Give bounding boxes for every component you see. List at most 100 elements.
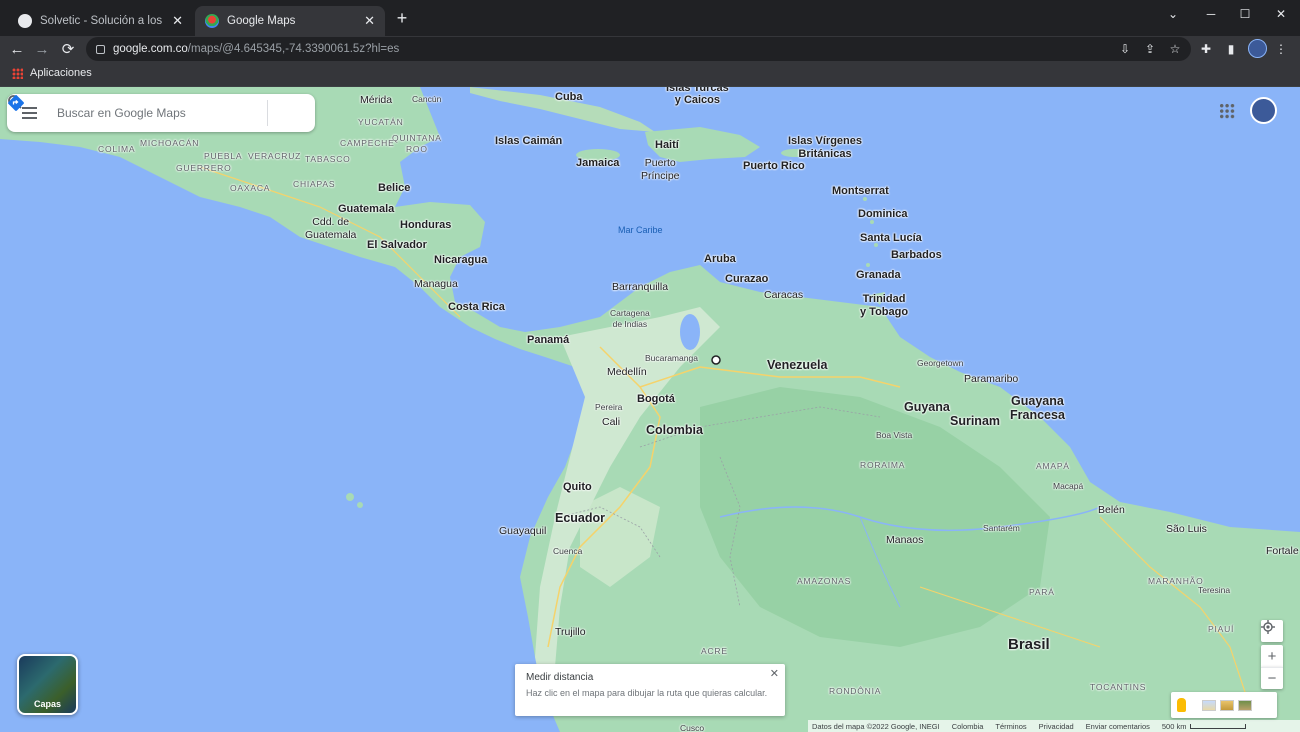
measure-distance-panel: Medir distancia Haz clic en el mapa para… xyxy=(515,664,785,716)
zoom-out-button[interactable]: − xyxy=(1261,667,1283,689)
tab-solvetic[interactable]: Solvetic - Solución a los problemas ✕ xyxy=(8,6,193,36)
address-bar[interactable]: google.com.co /maps/@4.645345,-74.339006… xyxy=(86,37,1191,61)
label-curazao: Curazao xyxy=(725,273,769,285)
label-quintana-roo: QUINTANA ROO xyxy=(392,133,442,154)
imagery-thumb[interactable] xyxy=(1238,699,1252,711)
bookmark-star-icon[interactable]: ☆ xyxy=(1166,40,1184,58)
feedback-link[interactable]: Enviar comentarios xyxy=(1086,722,1150,731)
label-fortaleza: Fortale xyxy=(1266,545,1299,557)
terms-link[interactable]: Términos xyxy=(995,722,1026,731)
close-tab-icon[interactable]: ✕ xyxy=(172,13,183,29)
solvetic-icon xyxy=(18,14,32,28)
url-path: /maps/@4.645345,-74.3390061.5z?hl=es xyxy=(187,43,400,55)
tab-google-maps[interactable]: Google Maps ✕ xyxy=(195,6,385,36)
label-cartagena: Cartagena de Indias xyxy=(610,308,650,329)
bookmarks-bar: Aplicaciones xyxy=(0,62,1300,87)
scale-bar[interactable]: 500 km xyxy=(1162,722,1247,731)
search-box xyxy=(7,94,315,132)
imagery-thumb[interactable] xyxy=(1220,699,1234,711)
label-belen: Belén xyxy=(1098,504,1125,516)
label-campeche: CAMPECHE xyxy=(340,138,395,148)
label-mar-caribe: Mar Caribe xyxy=(618,225,663,235)
maximize-button[interactable]: ☐ xyxy=(1226,0,1264,28)
label-amazonas: AMAZONAS xyxy=(797,576,852,586)
label-cdd-guatemala: Cdd. de Guatemala xyxy=(305,216,357,241)
my-location-icon[interactable] xyxy=(1261,620,1283,642)
bookmark-aplicaciones[interactable]: Aplicaciones xyxy=(12,67,92,79)
label-islas-caiman: Islas Caimán xyxy=(495,135,563,147)
directions-icon[interactable] xyxy=(8,94,304,132)
label-honduras: Honduras xyxy=(400,219,452,231)
map-canvas[interactable]: YUCATÁN QUINTANA ROO CAMPECHE TABASCO CH… xyxy=(0,87,1300,732)
zoom-in-button[interactable]: + xyxy=(1261,645,1283,667)
label-ecuador: Ecuador xyxy=(555,511,606,525)
label-cuba: Cuba xyxy=(555,91,583,103)
divider xyxy=(267,100,268,126)
google-maps-icon xyxy=(205,14,219,28)
lock-icon xyxy=(96,44,105,54)
label-costa-rica: Costa Rica xyxy=(448,301,505,313)
label-barbados: Barbados xyxy=(891,249,942,261)
label-nicaragua: Nicaragua xyxy=(434,254,488,266)
label-islas-turcas: Islas Turcas y Caicos xyxy=(666,87,729,106)
tab-title: Solvetic - Solución a los problemas xyxy=(40,15,166,27)
menu-kebab-icon[interactable]: ⋮ xyxy=(1272,40,1290,58)
minimize-button[interactable]: ─ xyxy=(1192,0,1230,28)
label-managua: Managua xyxy=(414,278,458,290)
privacy-link[interactable]: Privacidad xyxy=(1039,722,1074,731)
label-guatemala: Guatemala xyxy=(338,203,395,215)
label-panama: Panamá xyxy=(527,334,570,346)
tab-title: Google Maps xyxy=(227,15,296,27)
account-avatar[interactable] xyxy=(1250,97,1277,124)
browser-titlebar: Solvetic - Solución a los problemas ✕ Go… xyxy=(0,0,1300,36)
label-tabasco: TABASCO xyxy=(305,154,351,164)
label-el-salvador: El Salvador xyxy=(367,239,427,251)
label-puebla: PUEBLA xyxy=(204,151,243,161)
url-host: google.com.co xyxy=(113,43,188,55)
label-cali: Cali xyxy=(602,416,621,428)
tab-list-button[interactable]: ⌄ xyxy=(1154,0,1192,28)
label-guayana-francesa: Guayana Francesa xyxy=(1010,394,1065,422)
label-puerto-principe: Puerto Príncipe xyxy=(641,157,680,182)
label-caracas: Caracas xyxy=(764,289,804,301)
side-panel-icon[interactable]: ▮ xyxy=(1222,40,1240,58)
extensions-icon[interactable]: ✚ xyxy=(1197,40,1215,58)
profile-avatar[interactable] xyxy=(1248,39,1267,58)
label-montserrat: Montserrat xyxy=(832,185,889,197)
label-jamaica: Jamaica xyxy=(576,157,620,169)
map-geography xyxy=(0,87,1300,732)
layers-button[interactable]: Capas xyxy=(17,654,78,715)
search-input[interactable] xyxy=(51,106,231,120)
region-link[interactable]: Colombia xyxy=(952,722,984,731)
close-tab-icon[interactable]: ✕ xyxy=(364,13,375,29)
label-roraima: RORAIMA xyxy=(860,460,906,470)
pegman-icon[interactable] xyxy=(1177,698,1186,712)
label-quito: Quito xyxy=(563,481,592,493)
google-apps-icon[interactable] xyxy=(1219,103,1235,119)
install-app-icon[interactable]: ⇩ xyxy=(1116,40,1134,58)
close-icon[interactable]: ✕ xyxy=(770,667,779,680)
scale-label: 500 km xyxy=(1161,721,1187,731)
label-veracruz: VERACRUZ xyxy=(248,151,302,161)
label-oaxaca: OAXACA xyxy=(230,183,271,193)
measure-title: Medir distancia xyxy=(526,672,594,683)
back-button[interactable]: ← xyxy=(6,38,28,60)
label-manaos: Manaos xyxy=(886,534,924,546)
close-window-button[interactable]: ✕ xyxy=(1262,0,1300,28)
label-islas-virgenes: Islas Vírgenes Británicas xyxy=(788,135,862,160)
apps-grid-icon xyxy=(12,67,23,79)
reload-button[interactable]: ⟳ xyxy=(57,38,79,60)
new-tab-button[interactable]: + xyxy=(392,8,412,29)
label-teresina: Teresina xyxy=(1198,585,1231,595)
label-cuenca: Cuenca xyxy=(553,546,583,556)
street-view-bar xyxy=(1171,692,1277,718)
label-chiapas: CHIAPAS xyxy=(293,179,336,189)
label-colombia: Colombia xyxy=(646,423,703,437)
label-amapa: AMAPÁ xyxy=(1036,461,1070,471)
forward-button[interactable]: → xyxy=(31,38,53,60)
share-icon[interactable]: ⇪ xyxy=(1141,40,1159,58)
search-icon[interactable] xyxy=(8,94,261,132)
layers-label: Capas xyxy=(33,699,61,709)
imagery-thumb[interactable] xyxy=(1202,699,1216,711)
label-yucatan: YUCATÁN xyxy=(358,117,404,127)
